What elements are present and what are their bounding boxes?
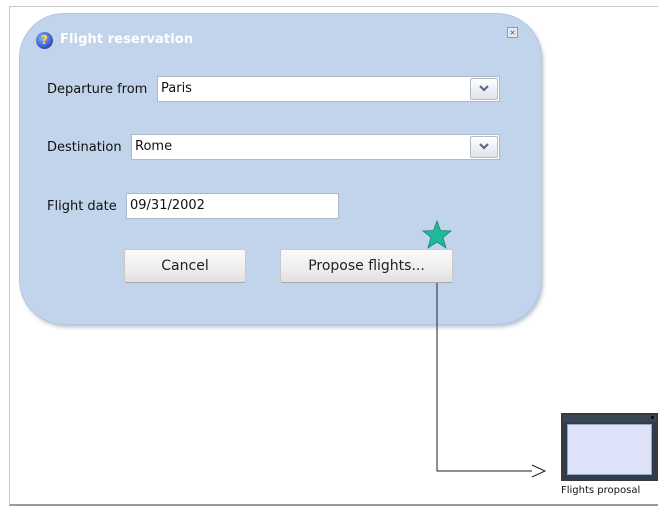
thumbnail-titlebar <box>563 415 656 422</box>
thumbnail-close-icon <box>651 416 654 419</box>
thumbnail-body <box>567 424 652 475</box>
navigation-arrow <box>436 283 547 478</box>
flights-proposal-label: Flights proposal <box>561 485 641 496</box>
flights-proposal-screen-thumbnail[interactable] <box>561 413 658 481</box>
